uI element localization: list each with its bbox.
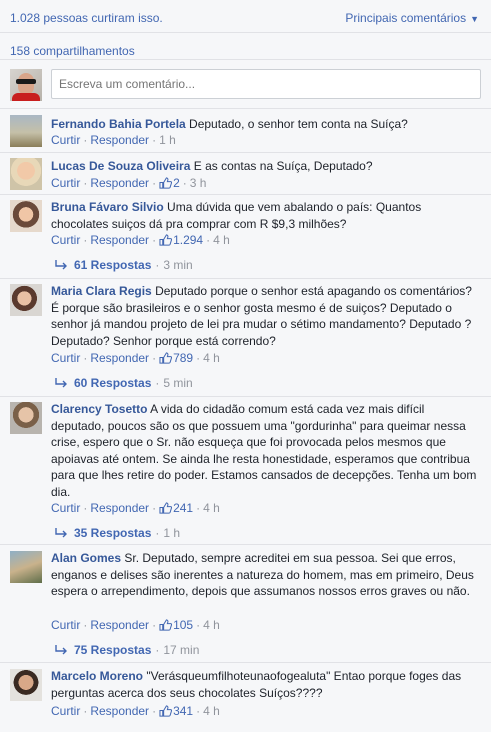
comment-text: Deputado, o senhor tem conta na Suíça?: [189, 117, 408, 131]
like-count[interactable]: 341: [159, 704, 193, 718]
shares-bar: 158 compartilhamentos: [0, 33, 491, 60]
view-replies-link[interactable]: 60 Respostas · 5 min: [55, 376, 193, 390]
avatar[interactable]: [10, 200, 42, 232]
comment-time[interactable]: 1 h: [159, 133, 176, 147]
reply-button[interactable]: Responder: [90, 351, 149, 365]
reply-button[interactable]: Responder: [90, 704, 149, 718]
comment-item: Alan Gomes Sr. Deputado, sempre acredite…: [0, 544, 491, 663]
like-button[interactable]: Curtir: [51, 618, 80, 632]
replies-count: 60 Respostas: [74, 376, 152, 390]
comment-time[interactable]: 3 h: [190, 176, 207, 190]
comment-time[interactable]: 4 h: [203, 618, 220, 632]
like-count[interactable]: 1.294: [159, 233, 203, 247]
current-user-avatar: [10, 69, 42, 101]
comment-time[interactable]: 4 h: [203, 501, 220, 515]
view-replies-link[interactable]: 35 Respostas · 1 h: [55, 526, 180, 540]
thumbs-up-icon: [159, 177, 173, 189]
like-count[interactable]: 241: [159, 501, 193, 515]
comment-author[interactable]: Marcelo Moreno: [51, 669, 143, 683]
thumbs-up-icon: [159, 705, 173, 717]
like-count[interactable]: 2: [159, 176, 180, 190]
view-replies-link[interactable]: 61 Respostas · 3 min: [55, 258, 193, 272]
comment-time[interactable]: 4 h: [213, 233, 230, 247]
reply-arrow-icon: [55, 528, 67, 538]
like-button[interactable]: Curtir: [51, 176, 80, 190]
like-button[interactable]: Curtir: [51, 133, 80, 147]
comment-item: Bruna Fávaro Silvio Uma dúvida que vem a…: [0, 194, 491, 279]
reply-button[interactable]: Responder: [90, 501, 149, 515]
comment-time[interactable]: 4 h: [203, 704, 220, 718]
comment-author[interactable]: Clarency Tosetto: [51, 402, 147, 416]
reactions-bar: 1.028 pessoas curtiram isso. Principais …: [0, 0, 491, 33]
comment-item: Fernando Bahia Portela Deputado, o senho…: [0, 108, 491, 153]
avatar[interactable]: [10, 551, 42, 583]
replies-time: 3 min: [163, 258, 193, 272]
avatar[interactable]: [10, 115, 42, 147]
comment-author[interactable]: Lucas De Souza Oliveira: [51, 159, 190, 173]
reply-arrow-icon: [55, 260, 67, 270]
avatar[interactable]: [10, 669, 42, 701]
replies-count: 61 Respostas: [74, 258, 152, 272]
thumbs-up-icon: [159, 619, 173, 631]
comment-composer: [10, 69, 481, 101]
like-count[interactable]: 105: [159, 618, 193, 632]
comment-time[interactable]: 4 h: [203, 351, 220, 365]
comment-text: E as contas na Suíça, Deputado?: [193, 159, 373, 173]
like-button[interactable]: Curtir: [51, 501, 80, 515]
avatar[interactable]: [10, 158, 42, 190]
comment-input[interactable]: [51, 69, 481, 99]
replies-time: 1 h: [163, 526, 181, 540]
comment-item: Lucas De Souza Oliveira E as contas na S…: [0, 152, 491, 195]
replies-time: 17 min: [163, 643, 200, 657]
caret-down-icon: ▼: [470, 14, 479, 24]
comment-item: Maria Clara Regis Deputado porque o senh…: [0, 278, 491, 397]
reply-button[interactable]: Responder: [90, 233, 149, 247]
thumbs-up-icon: [159, 352, 173, 364]
comment-item: Marcelo Moreno "Verásqueumfilhoteunaofog…: [0, 662, 491, 732]
replies-count: 75 Respostas: [74, 643, 152, 657]
avatar[interactable]: [10, 284, 42, 316]
replies-time: 5 min: [163, 376, 193, 390]
thumbs-up-icon: [159, 502, 173, 514]
like-count[interactable]: 789: [159, 351, 193, 365]
comment-author[interactable]: Maria Clara Regis: [51, 284, 152, 298]
like-button[interactable]: Curtir: [51, 704, 80, 718]
view-replies-link[interactable]: 75 Respostas · 17 min: [55, 643, 199, 657]
reply-button[interactable]: Responder: [90, 618, 149, 632]
like-button[interactable]: Curtir: [51, 351, 80, 365]
shares-count-link[interactable]: 158 compartilhamentos: [10, 44, 135, 58]
reply-button[interactable]: Responder: [90, 176, 149, 190]
avatar[interactable]: [10, 402, 42, 434]
reply-arrow-icon: [55, 378, 67, 388]
sort-comments-dropdown[interactable]: Principais comentários ▼: [345, 11, 479, 25]
reply-button[interactable]: Responder: [90, 133, 149, 147]
replies-count: 35 Respostas: [74, 526, 152, 540]
reply-arrow-icon: [55, 645, 67, 655]
thumbs-up-icon: [159, 234, 173, 246]
comment-text: A vida do cidadão comum está cada vez ma…: [51, 402, 477, 499]
like-button[interactable]: Curtir: [51, 233, 80, 247]
comment-author[interactable]: Bruna Fávaro Silvio: [51, 200, 164, 214]
comment-item: Clarency Tosetto A vida do cidadão comum…: [0, 396, 491, 545]
comment-author[interactable]: Fernando Bahia Portela: [51, 117, 186, 131]
comment-author[interactable]: Alan Gomes: [51, 551, 121, 565]
likes-count-link[interactable]: 1.028 pessoas curtiram isso.: [10, 11, 163, 25]
sort-label: Principais comentários: [345, 11, 467, 25]
